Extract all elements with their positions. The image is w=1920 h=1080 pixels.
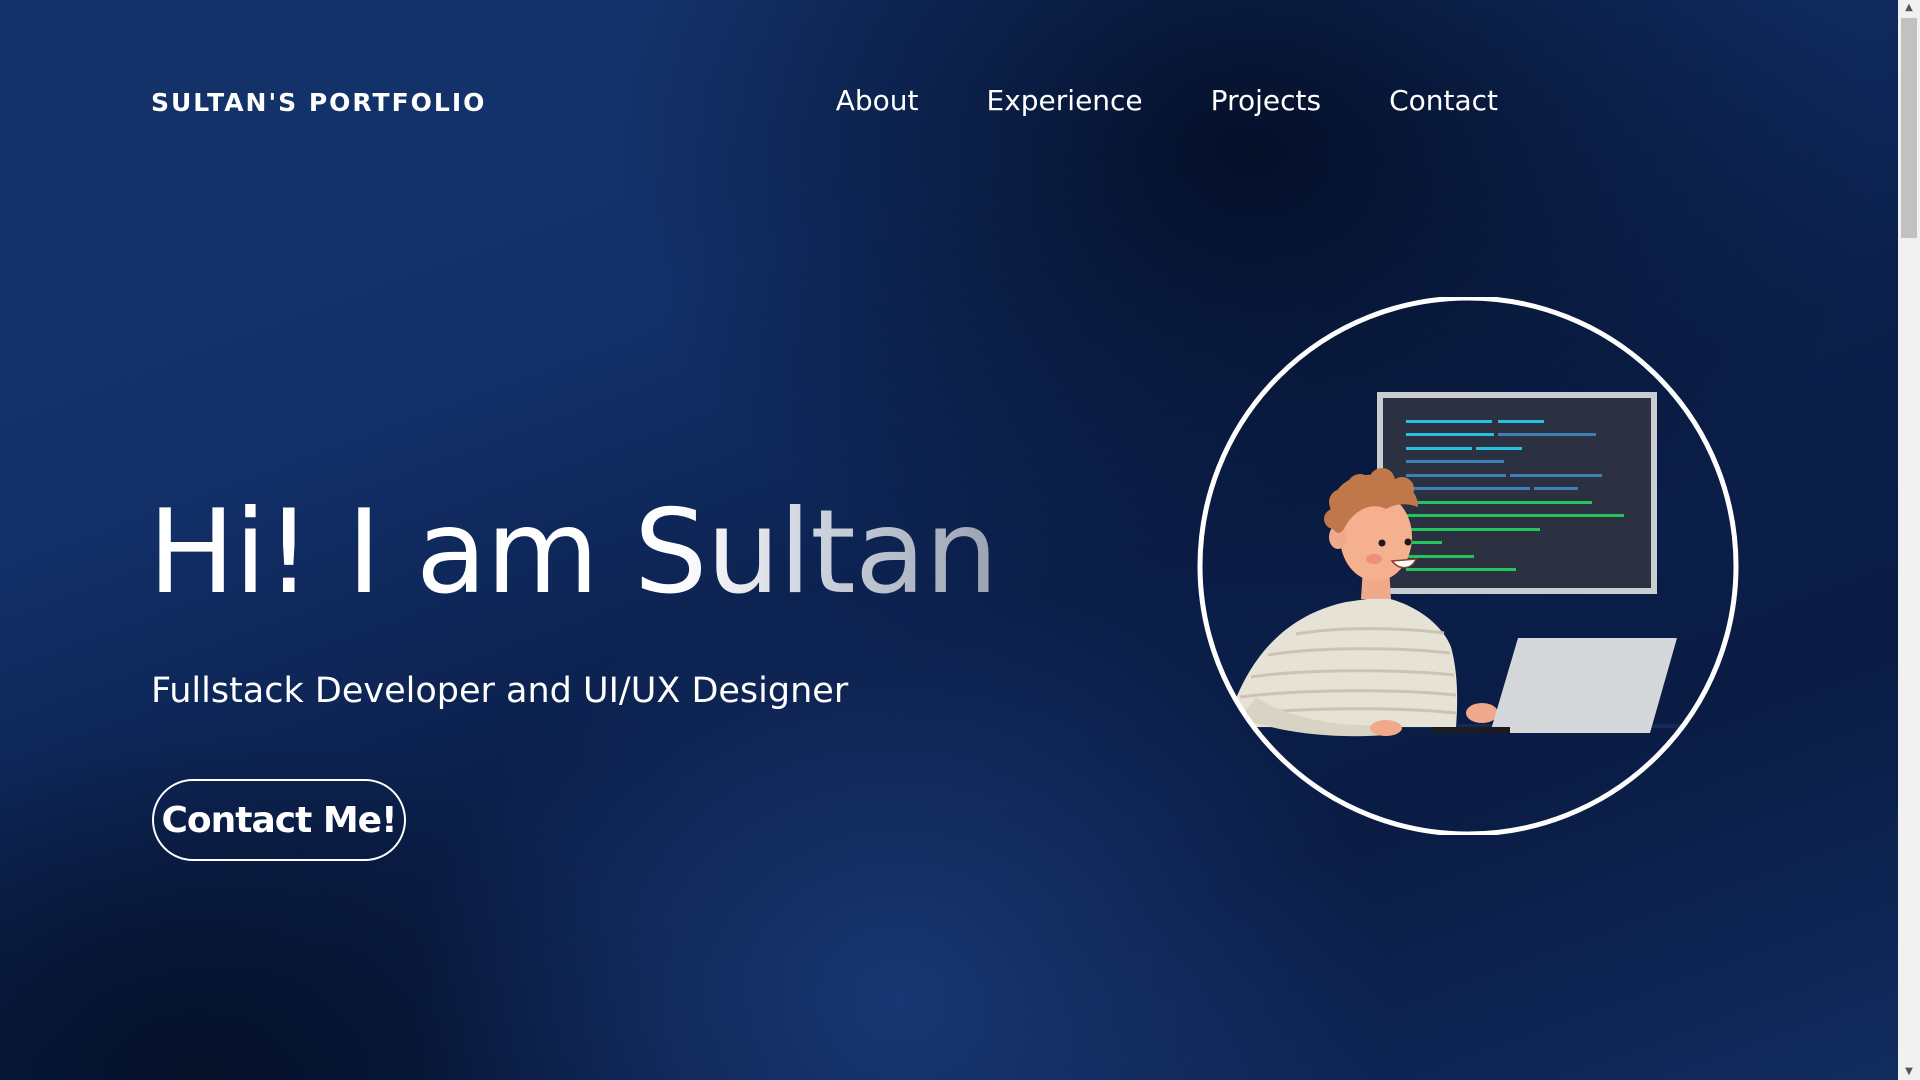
page: SULTAN'S PORTFOLIO About Experience Proj… <box>0 0 1920 1080</box>
developer-at-laptop-illustration <box>1197 297 1739 835</box>
nav-link-contact[interactable]: Contact <box>1389 84 1498 117</box>
vertical-scrollbar[interactable]: ▲ ▼ <box>1898 0 1920 1080</box>
nav-link-experience[interactable]: Experience <box>987 84 1143 117</box>
main-nav: About Experience Projects Contact <box>836 84 1498 117</box>
scroll-up-icon[interactable]: ▲ <box>1898 0 1920 16</box>
monitor-icon <box>1377 392 1657 594</box>
scroll-thumb[interactable] <box>1901 18 1917 238</box>
hero-subtitle: Fullstack Developer and UI/UX Designer <box>151 671 849 711</box>
site-brand[interactable]: SULTAN'S PORTFOLIO <box>151 88 486 117</box>
scroll-down-icon[interactable]: ▼ <box>1898 1064 1920 1080</box>
contact-me-button[interactable]: Contact Me! <box>152 779 406 861</box>
viewport: SULTAN'S PORTFOLIO About Experience Proj… <box>0 0 1898 1080</box>
illustration-scene <box>1202 392 1734 737</box>
nav-link-projects[interactable]: Projects <box>1211 84 1321 117</box>
hero-title: Hi! I am Sultan <box>148 485 998 620</box>
nav-link-about[interactable]: About <box>836 84 919 117</box>
laptop-icon[interactable] <box>1432 638 1677 733</box>
